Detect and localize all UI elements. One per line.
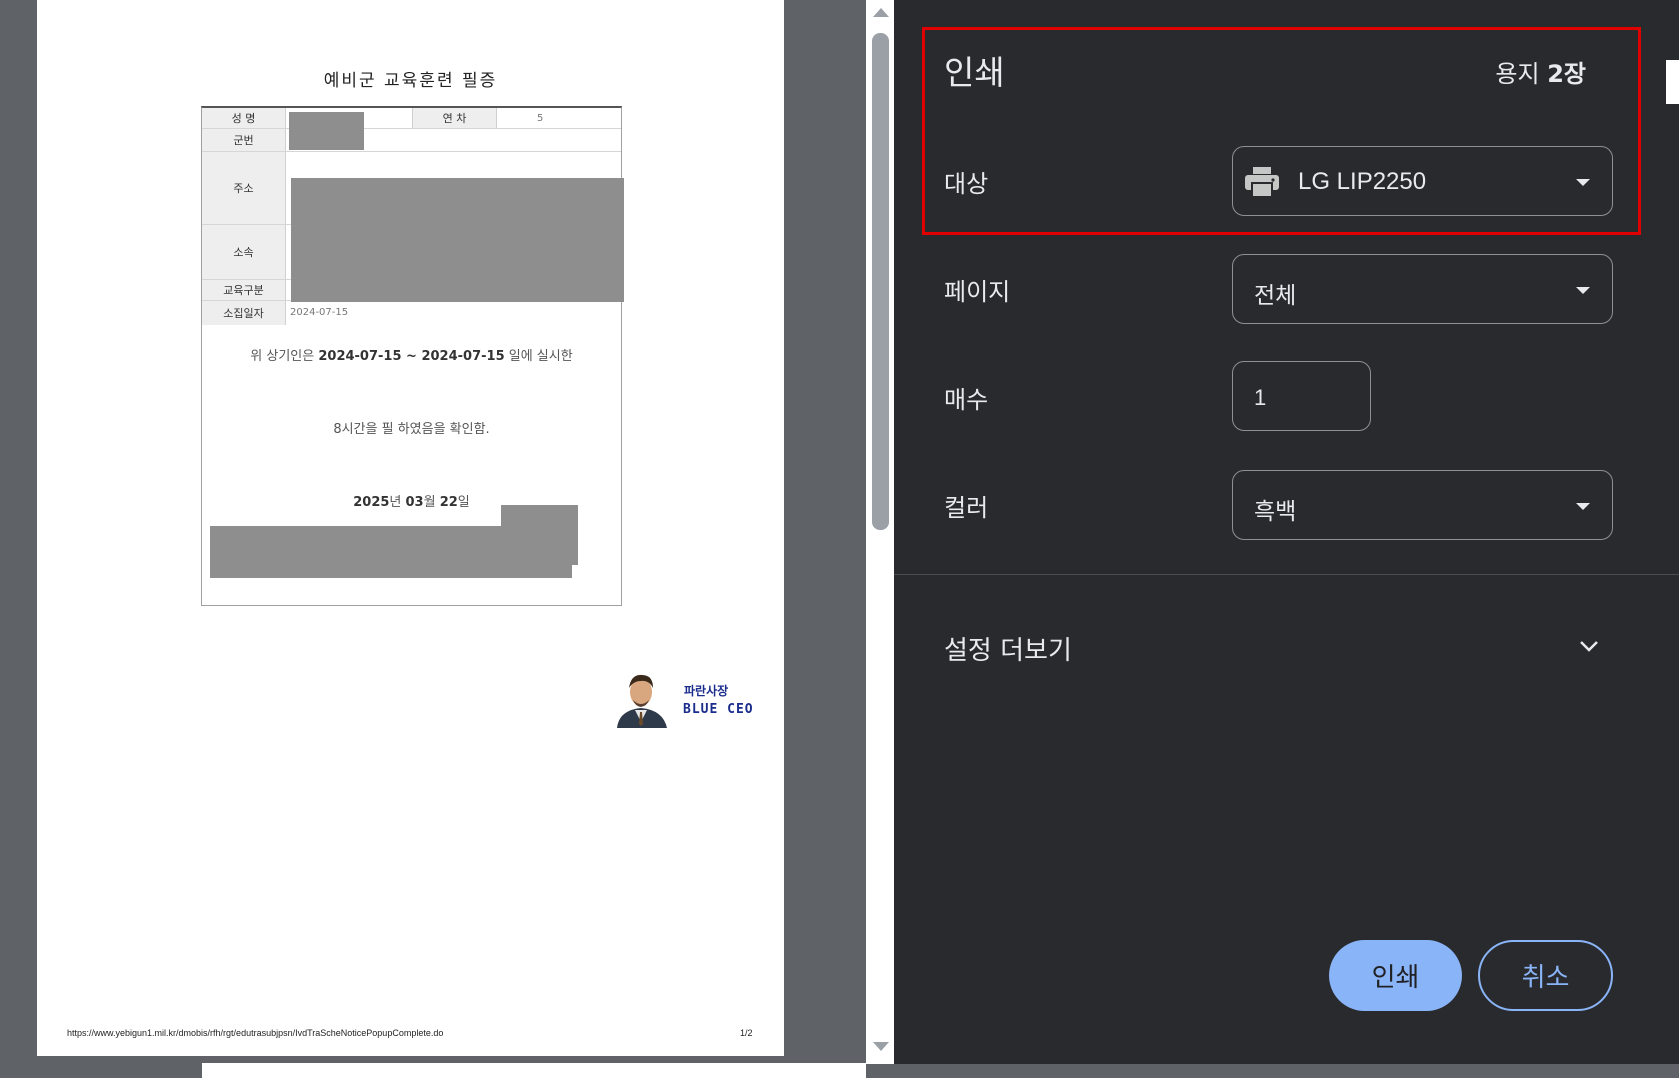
certificate-statement: 위 상기인은 2024-07-15 ~ 2024-07-15 일에 실시한 <box>250 349 573 364</box>
page-footer-number: 1/2 <box>740 1028 753 1038</box>
name-label: 성 명 <box>202 108 286 128</box>
form-row-service-number: 군번 <box>202 129 621 152</box>
copies-value: 1 <box>1254 385 1267 410</box>
portrait-icon <box>611 668 671 728</box>
call-date-label: 소집일자 <box>202 301 286 325</box>
training-type-label: 교육구분 <box>202 280 286 300</box>
scroll-up-arrow-icon[interactable] <box>873 8 889 17</box>
color-select[interactable]: 흑백 <box>1232 470 1613 540</box>
address-label: 주소 <box>202 152 286 224</box>
destination-label: 대상 <box>944 170 989 198</box>
dropdown-arrow-icon <box>1576 503 1590 510</box>
preview-scrollbar[interactable] <box>866 0 894 1064</box>
panel-divider <box>894 574 1679 575</box>
year-label: 연 차 <box>412 108 497 128</box>
pages-value: 전체 <box>1254 283 1297 309</box>
destination-select[interactable]: LG LIP2250 <box>1232 146 1613 216</box>
logo-english-text: BLUE CEO <box>683 702 754 717</box>
dropdown-arrow-icon <box>1576 287 1590 294</box>
print-panel-title: 인쇄 <box>944 53 1005 92</box>
page-footer-url: https://www.yebigun1.mil.kr/dmobis/rfh/r… <box>67 1028 444 1038</box>
bottom-background <box>866 1064 1679 1078</box>
more-settings-label[interactable]: 설정 더보기 <box>944 630 1072 667</box>
scrollbar-thumb[interactable] <box>872 33 889 530</box>
service-number-label: 군번 <box>202 129 286 151</box>
copies-label: 매수 <box>944 386 989 414</box>
panel-edge-strip <box>1666 60 1679 104</box>
year-value: 5 <box>537 113 544 124</box>
scroll-down-arrow-icon[interactable] <box>873 1042 889 1051</box>
pages-select[interactable]: 전체 <box>1232 254 1613 324</box>
redacted-address-unit <box>291 178 624 302</box>
pages-label: 페이지 <box>944 278 1011 306</box>
document-title: 예비군 교육훈련 필증 <box>323 71 498 91</box>
cancel-button[interactable]: 취소 <box>1478 940 1613 1011</box>
print-button[interactable]: 인쇄 <box>1329 940 1462 1011</box>
dropdown-arrow-icon <box>1576 179 1590 186</box>
blue-ceo-logo: 파란사장 BLUE CEO <box>611 668 761 728</box>
form-row-call-date: 소집일자 2024-07-15 <box>202 301 621 325</box>
color-value: 흑백 <box>1254 499 1297 525</box>
destination-value: LG LIP2250 <box>1298 168 1427 195</box>
print-preview-area: 예비군 교육훈련 필증 성 명 연 차 5 군번 주소 소속 교육구분 소집일자… <box>0 0 1392 1078</box>
call-date-value: 2024-07-15 <box>290 307 349 318</box>
chevron-down-icon[interactable] <box>1578 638 1600 654</box>
color-label: 컬러 <box>944 494 989 522</box>
redacted-name <box>289 112 364 150</box>
logo-korean-text: 파란사장 <box>684 684 729 698</box>
certificate-hours-line: 8시간을 필 하였음을 확인함. <box>333 422 490 437</box>
print-settings-panel: 인쇄 용지 2장 대상 LG LIP2250 페이지 전체 매수 1 컬러 흑백… <box>894 0 1679 1064</box>
preview-page: 예비군 교육훈련 필증 성 명 연 차 5 군번 주소 소속 교육구분 소집일자… <box>37 0 784 1056</box>
sheet-count: 용지 2장 <box>1495 60 1586 88</box>
copies-input[interactable]: 1 <box>1232 361 1371 431</box>
form-row-name: 성 명 연 차 5 <box>202 108 621 129</box>
redacted-stamp <box>501 505 578 565</box>
unit-label: 소속 <box>202 225 286 279</box>
printer-icon <box>1245 167 1279 197</box>
